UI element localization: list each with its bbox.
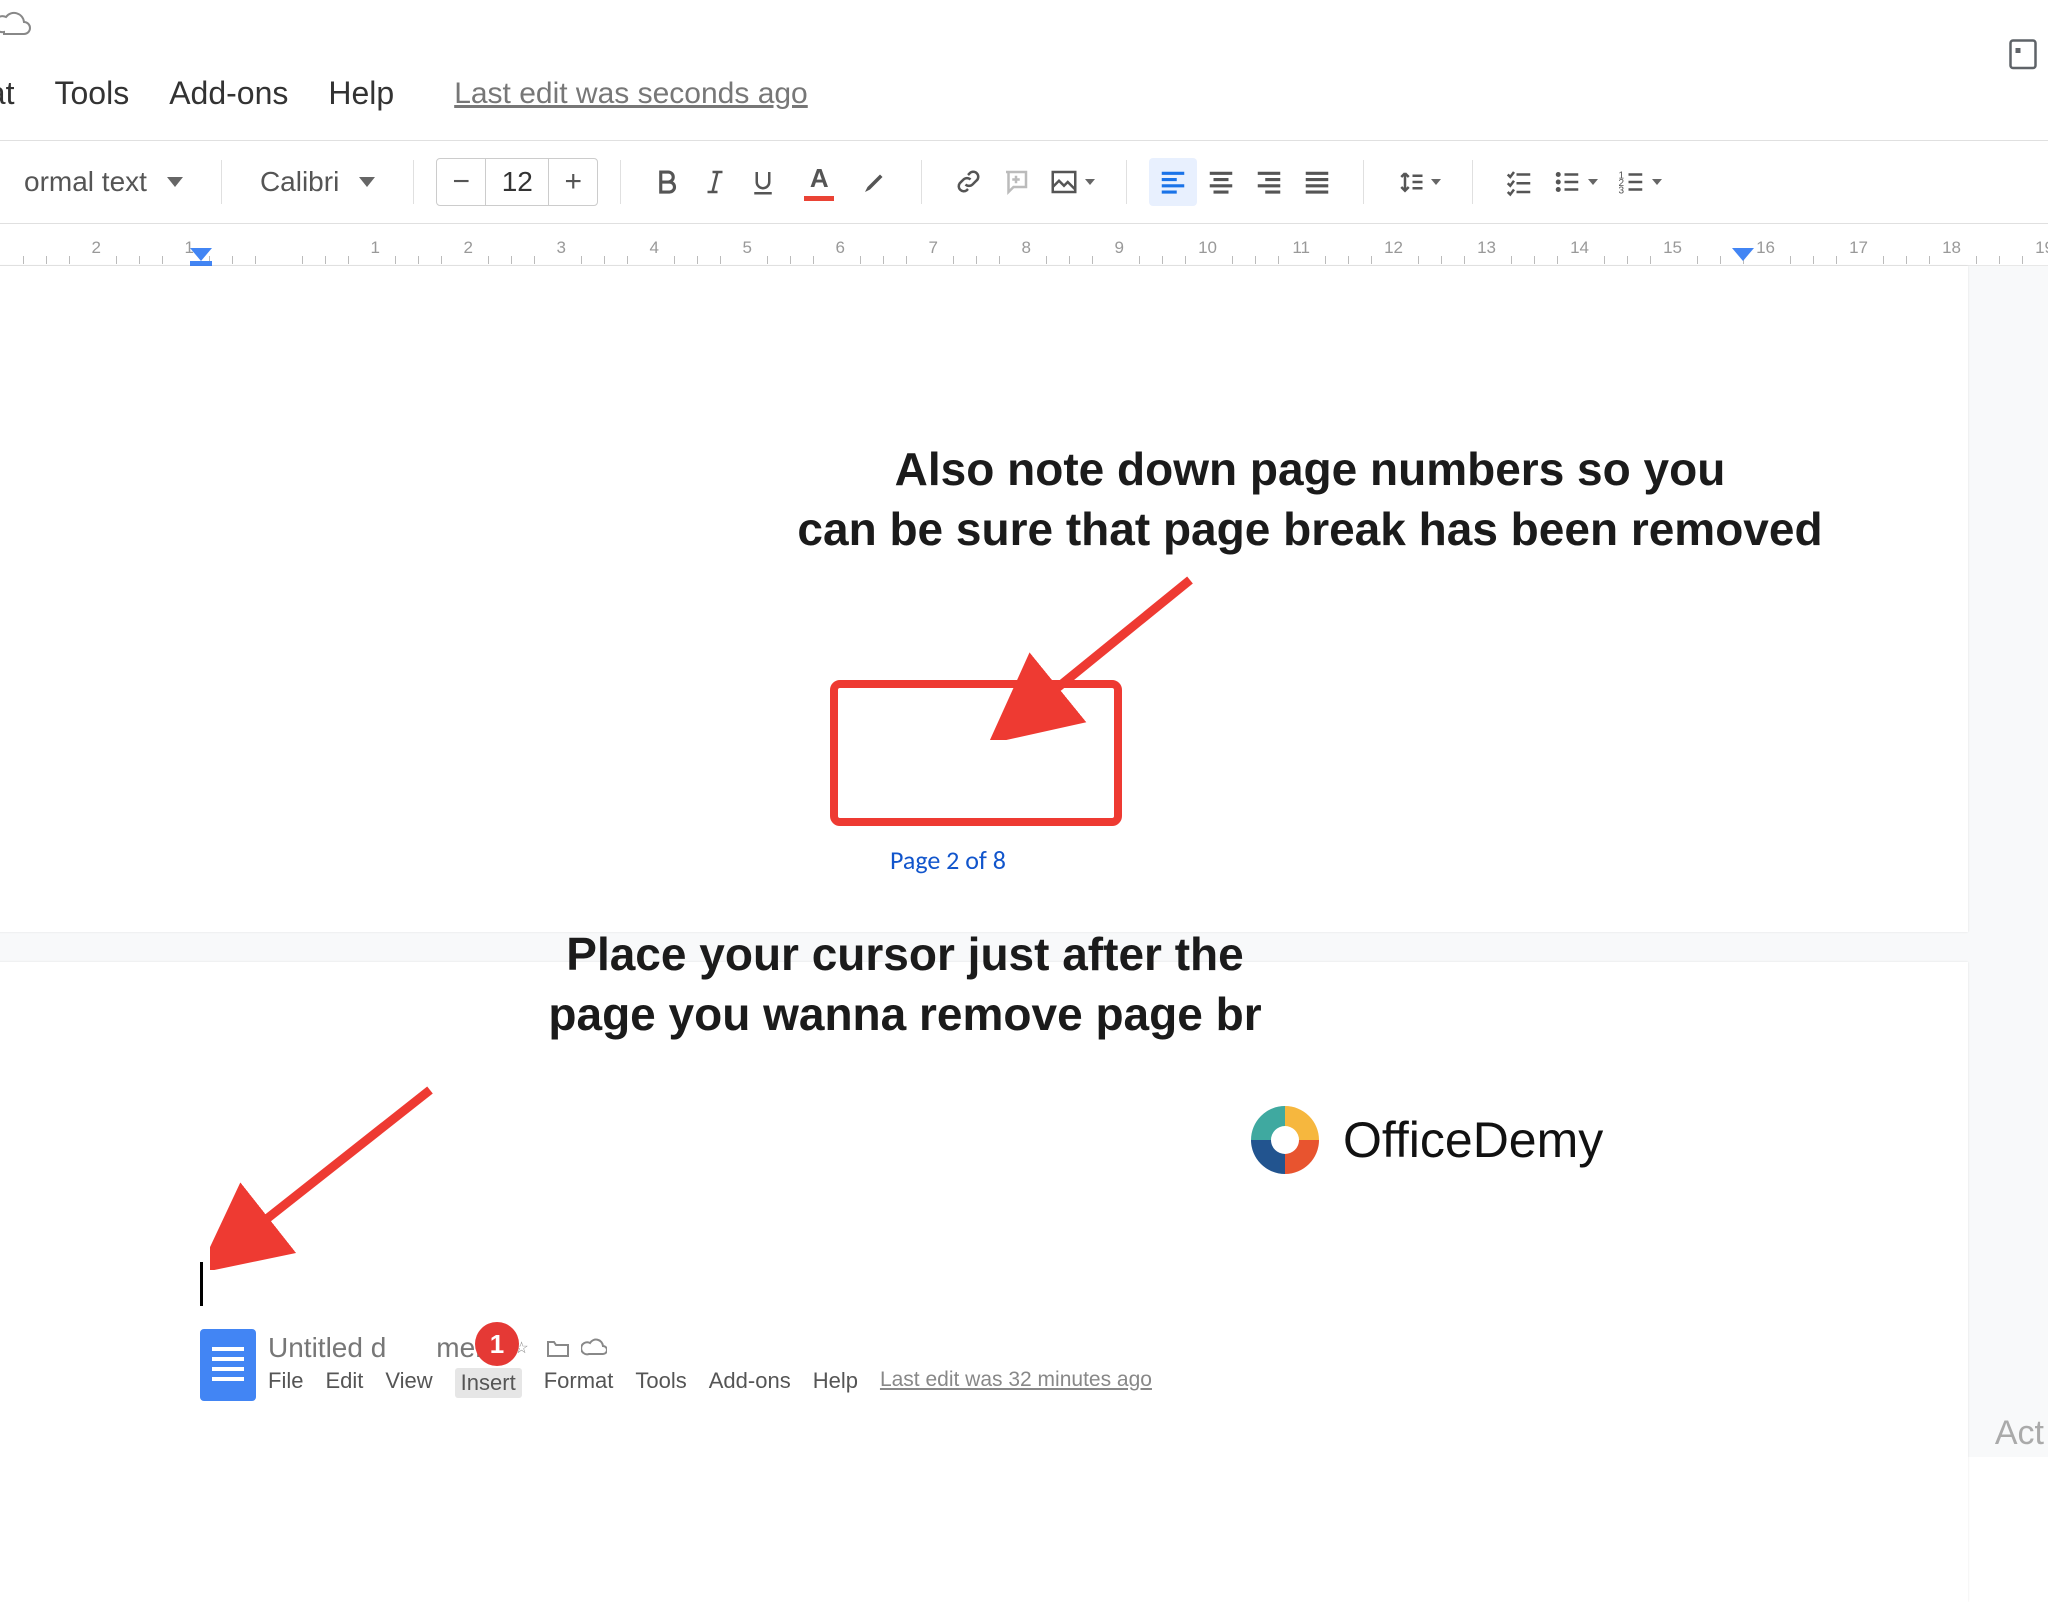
mini-menu-file[interactable]: File	[268, 1368, 303, 1398]
watermark-logo: OfficeDemy	[1245, 1100, 1603, 1180]
font-label: Calibri	[260, 166, 339, 198]
checklist-button[interactable]	[1495, 158, 1543, 206]
font-select[interactable]: Calibri	[244, 166, 391, 198]
annotation-text: Place your cursor just after the page yo…	[430, 925, 1380, 1045]
ruler-tick: 7	[837, 234, 930, 266]
ruler-tick: 9	[1023, 234, 1116, 266]
font-size-increase[interactable]: +	[549, 159, 597, 205]
ruler-tick: 19	[1953, 234, 2046, 266]
ruler-tick: 10	[1116, 234, 1209, 266]
align-left-button[interactable]	[1149, 158, 1197, 206]
cloud-icon[interactable]	[581, 1335, 607, 1361]
align-right-button[interactable]	[1245, 158, 1293, 206]
ruler-tick: 17	[1767, 234, 1860, 266]
mini-menu-insert[interactable]: Insert	[455, 1368, 522, 1398]
cloud-save-icon	[0, 10, 32, 45]
watermark-text: OfficeDemy	[1343, 1111, 1603, 1169]
annotation-arrow	[990, 560, 1230, 740]
text-color-button[interactable]: A	[787, 158, 851, 206]
separator	[413, 160, 414, 204]
ruler[interactable]: 2112345678910111213141516171819	[0, 234, 2048, 266]
menu-help[interactable]: Help	[328, 75, 394, 112]
mini-menu-view[interactable]: View	[385, 1368, 432, 1398]
menu-format[interactable]: nat	[0, 75, 14, 112]
separator	[1126, 160, 1127, 204]
mini-menu-row: File Edit View Insert Format Tools Add-o…	[268, 1368, 1152, 1398]
mini-last-edit[interactable]: Last edit was 32 minutes ago	[880, 1368, 1152, 1398]
font-size-value[interactable]: 12	[485, 159, 549, 205]
separator	[1472, 160, 1473, 204]
numbered-list-button[interactable]: 123	[1607, 158, 1671, 206]
paragraph-style-label: ormal text	[24, 166, 147, 198]
ruler-tick: 2	[0, 234, 93, 266]
ruler-tick: 14	[1488, 234, 1581, 266]
mini-menu-addons[interactable]: Add-ons	[709, 1368, 791, 1398]
font-size-decrease[interactable]: −	[437, 159, 485, 205]
menu-addons[interactable]: Add-ons	[169, 75, 288, 112]
embedded-screenshot: Untitled d ment ☆ File Edit View Insert …	[200, 1320, 1460, 1410]
ruler-tick: 3	[465, 234, 558, 266]
add-comment-button[interactable]	[992, 158, 1040, 206]
ruler-tick: 11	[1209, 234, 1302, 266]
ruler-tick: 18	[1860, 234, 1953, 266]
move-icon[interactable]	[545, 1335, 571, 1361]
italic-button[interactable]	[691, 158, 739, 206]
ruler-tick: 13	[1395, 234, 1488, 266]
separator	[1363, 160, 1364, 204]
annotation-step-badge: 1	[475, 1322, 519, 1366]
menu-bar: nat Tools Add-ons Help Last edit was sec…	[0, 75, 808, 112]
highlight-button[interactable]	[851, 158, 899, 206]
mini-menu-edit[interactable]: Edit	[325, 1368, 363, 1398]
ruler-tick: 6	[744, 234, 837, 266]
indent-right-marker[interactable]	[1732, 248, 1754, 261]
align-center-button[interactable]	[1197, 158, 1245, 206]
underline-button[interactable]	[739, 158, 787, 206]
ruler-tick: 1	[279, 234, 372, 266]
ruler-tick: 12	[1302, 234, 1395, 266]
separator	[921, 160, 922, 204]
chevron-down-icon	[1652, 179, 1662, 185]
docs-icon	[200, 1329, 256, 1401]
mini-menu-tools[interactable]: Tools	[635, 1368, 686, 1398]
separator	[221, 160, 222, 204]
bold-button[interactable]	[643, 158, 691, 206]
bulleted-list-button[interactable]	[1543, 158, 1607, 206]
separator	[620, 160, 621, 204]
mini-menu-help[interactable]: Help	[813, 1368, 858, 1398]
mini-doc-title-part1: Untitled d	[268, 1332, 386, 1364]
chevron-down-icon	[1588, 179, 1598, 185]
page-number-footer: Page 2 of 8	[890, 844, 1006, 876]
ruler-tick: 2	[372, 234, 465, 266]
chevron-down-icon	[1085, 179, 1095, 185]
toolbar: ormal text Calibri − 12 +	[0, 140, 2048, 224]
chevron-down-icon	[359, 177, 375, 187]
annotation-text: Also note down page numbers so you can b…	[605, 440, 2015, 560]
mini-menu-format[interactable]: Format	[544, 1368, 614, 1398]
activate-windows-text: Act	[1995, 1414, 2044, 1453]
ruler-tick: 4	[558, 234, 651, 266]
last-edit-link[interactable]: Last edit was seconds ago	[454, 77, 808, 111]
align-justify-button[interactable]	[1293, 158, 1341, 206]
line-spacing-button[interactable]	[1386, 158, 1450, 206]
ruler-tick: 8	[930, 234, 1023, 266]
chevron-down-icon	[1431, 179, 1441, 185]
ruler-tick: 15	[1581, 234, 1674, 266]
calendar-sidebar-icon[interactable]	[2008, 35, 2038, 76]
font-size-stepper[interactable]: − 12 +	[436, 158, 598, 206]
text-cursor	[200, 1262, 203, 1306]
insert-image-button[interactable]	[1040, 158, 1104, 206]
document-page[interactable]	[0, 962, 1968, 1602]
chevron-down-icon	[167, 177, 183, 187]
menu-tools[interactable]: Tools	[54, 75, 129, 112]
svg-text:3: 3	[1619, 185, 1625, 196]
insert-link-button[interactable]	[944, 158, 992, 206]
ruler-tick: 5	[651, 234, 744, 266]
indent-left-marker[interactable]	[190, 248, 212, 266]
document-page[interactable]: Page 2 of 8	[0, 266, 1968, 932]
officedemy-icon	[1245, 1100, 1325, 1180]
annotation-arrow	[210, 1070, 460, 1270]
paragraph-style-select[interactable]: ormal text	[8, 166, 199, 198]
ruler-tick: 1	[93, 234, 186, 266]
